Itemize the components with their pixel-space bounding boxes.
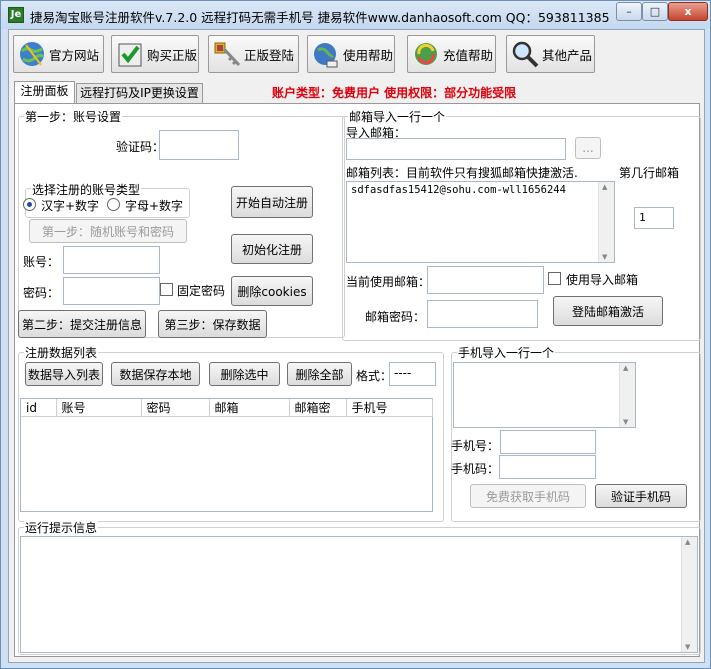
init-register-button[interactable]: 初始化注册 <box>231 234 313 264</box>
data-list-group-title: 注册数据列表 <box>24 344 99 361</box>
mail-group-title: 邮箱导入一行一个 <box>348 108 447 125</box>
phone-number-input[interactable] <box>500 430 596 454</box>
checkmark-icon <box>118 43 142 67</box>
start-auto-register-button[interactable]: 开始自动注册 <box>231 186 313 218</box>
account-type-group-title: 选择注册的账号类型 <box>31 181 142 198</box>
free-phone-code-button[interactable]: 免费获取手机码 <box>470 484 586 508</box>
import-mail-input[interactable] <box>346 138 566 160</box>
row-number-input[interactable]: 1 <box>634 207 674 229</box>
close-button[interactable]: x <box>668 2 708 21</box>
column-header-account[interactable]: 账号 <box>56 399 142 417</box>
radio-alpha-digit[interactable] <box>107 198 120 211</box>
toolbar-login-button[interactable]: 正版登陆 <box>208 35 299 73</box>
fixed-password-label: 固定密码 <box>177 284 226 298</box>
magnifier-icon <box>512 41 539 68</box>
data-table[interactable]: id 账号 密码 邮箱 邮箱密 手机号 <box>20 398 433 512</box>
help-globe-icon <box>314 43 338 68</box>
minimize-button[interactable]: – <box>616 2 642 21</box>
verify-phone-code-button[interactable]: 验证手机码 <box>595 484 687 508</box>
radio-alpha-digit-label: 字母+数字 <box>125 199 184 213</box>
column-header-mail[interactable]: 邮箱 <box>209 399 290 417</box>
format-label: 格式： <box>356 369 393 383</box>
import-to-list-button[interactable]: 数据导入列表 <box>25 362 103 386</box>
tab-register-panel[interactable]: 注册面板 <box>14 81 75 104</box>
toolbar-help-button[interactable]: 使用帮助 <box>307 35 395 73</box>
phone-list-scrollbar[interactable] <box>619 363 635 427</box>
column-header-mail-password[interactable]: 邮箱密 <box>289 399 347 417</box>
use-import-mail-label: 使用导入邮箱 <box>566 273 639 287</box>
log-group-title: 运行提示信息 <box>24 519 99 536</box>
log-textarea[interactable] <box>20 536 698 653</box>
radio-cn-digit-label: 汉字+数字 <box>41 199 100 213</box>
client-area: 官方网站 购买正版 正版登陆 使用帮助 充值帮助 其他产品 注册面板 远程打码及… <box>8 29 705 663</box>
password-input[interactable] <box>63 277 160 305</box>
account-input[interactable] <box>63 246 160 274</box>
toolbar-label: 充值帮助 <box>443 47 494 63</box>
radio-cn-digit[interactable] <box>23 198 36 211</box>
login-mail-activate-button[interactable]: 登陆邮箱激活 <box>553 296 663 326</box>
column-header-phone[interactable]: 手机号 <box>346 399 433 417</box>
mail-list-scrollbar[interactable] <box>598 182 614 262</box>
phone-group-title: 手机导入一行一个 <box>457 344 556 361</box>
delete-all-button[interactable]: 删除全部 <box>287 362 352 386</box>
phone-list-textarea[interactable] <box>453 362 636 428</box>
mail-password-label: 邮箱密码： <box>365 310 426 324</box>
keys-icon <box>214 42 241 67</box>
mail-list-label: 邮箱列表：目前软件只有搜狐邮箱快捷激活. <box>346 166 578 180</box>
tab-remote-captcha-ip[interactable]: 远程打码及IP更换设置 <box>76 83 203 104</box>
save-local-button[interactable]: 数据保存本地 <box>111 362 200 386</box>
mail-password-input[interactable] <box>427 300 538 328</box>
delete-selected-button[interactable]: 删除选中 <box>209 362 280 386</box>
maximize-button[interactable]: □ <box>642 2 668 21</box>
column-header-id[interactable]: id <box>21 399 57 417</box>
browse-mail-button[interactable]: ... <box>575 137 601 159</box>
toolbar-label: 其他产品 <box>542 47 593 63</box>
phone-code-label: 手机码： <box>451 462 500 476</box>
column-header-password[interactable]: 密码 <box>141 399 210 417</box>
fixed-password-checkbox[interactable] <box>160 283 173 296</box>
title-bar: Je 捷易淘宝账号注册软件v.7.2.0 远程打码无需手机号 捷易软件www.d… <box>1 1 710 29</box>
app-window: Je 捷易淘宝账号注册软件v.7.2.0 远程打码无需手机号 捷易软件www.d… <box>0 0 711 669</box>
current-mail-label: 当前使用邮箱： <box>346 275 431 289</box>
refresh-icon <box>415 43 437 65</box>
globe-icon <box>20 42 45 66</box>
step1-group-title: 第一步：账号设置 <box>24 108 123 125</box>
toolbar-buy-button[interactable]: 购买正版 <box>111 35 199 73</box>
captcha-label: 验证码： <box>116 140 165 154</box>
random-account-button[interactable]: 第一步：随机账号和密码 <box>29 219 187 243</box>
table-header-row: id 账号 密码 邮箱 邮箱密 手机号 <box>21 399 433 417</box>
toolbar-official-site-button[interactable]: 官方网站 <box>13 35 104 73</box>
phone-number-label: 手机号： <box>451 439 500 453</box>
save-data-button[interactable]: 第三步：保存数据 <box>158 310 267 338</box>
submit-register-button[interactable]: 第二步：提交注册信息 <box>18 310 146 338</box>
window-title: 捷易淘宝账号注册软件v.7.2.0 远程打码无需手机号 捷易软件www.danh… <box>30 10 610 25</box>
password-label: 密码： <box>23 286 60 300</box>
row-number-label: 第几行邮箱 <box>619 166 680 180</box>
toolbar-other-products-button[interactable]: 其他产品 <box>506 35 595 73</box>
toolbar-label: 使用帮助 <box>343 47 394 63</box>
toolbar-label: 购买正版 <box>147 47 198 63</box>
toolbar-recharge-help-button[interactable]: 充值帮助 <box>407 35 496 73</box>
delete-cookies-button[interactable]: 删除cookies <box>231 276 313 306</box>
account-status-text: 账户类型：免费用户 使用权限：部分功能受限 <box>272 86 517 100</box>
phone-code-input[interactable] <box>499 455 596 479</box>
register-panel: 第一步：账号设置 验证码： 选择注册的账号类型 汉字+数字 字母+数字 第一步：… <box>14 103 701 657</box>
mail-list-textarea[interactable]: sdfasdfas15412@sohu.com-wll1656244 <box>346 181 615 263</box>
account-label: 账号： <box>23 255 60 269</box>
toolbar-label: 正版登陆 <box>244 47 295 63</box>
current-mail-input[interactable] <box>427 266 544 294</box>
format-input[interactable]: ---- <box>389 362 436 386</box>
mail-list-content: sdfasdfas15412@sohu.com-wll1656244 <box>351 184 566 196</box>
toolbar-label: 官方网站 <box>49 47 100 63</box>
use-import-mail-checkbox[interactable] <box>548 272 561 285</box>
app-logo-icon: Je <box>8 7 24 23</box>
captcha-input[interactable] <box>159 130 239 160</box>
log-scrollbar[interactable] <box>681 537 697 652</box>
